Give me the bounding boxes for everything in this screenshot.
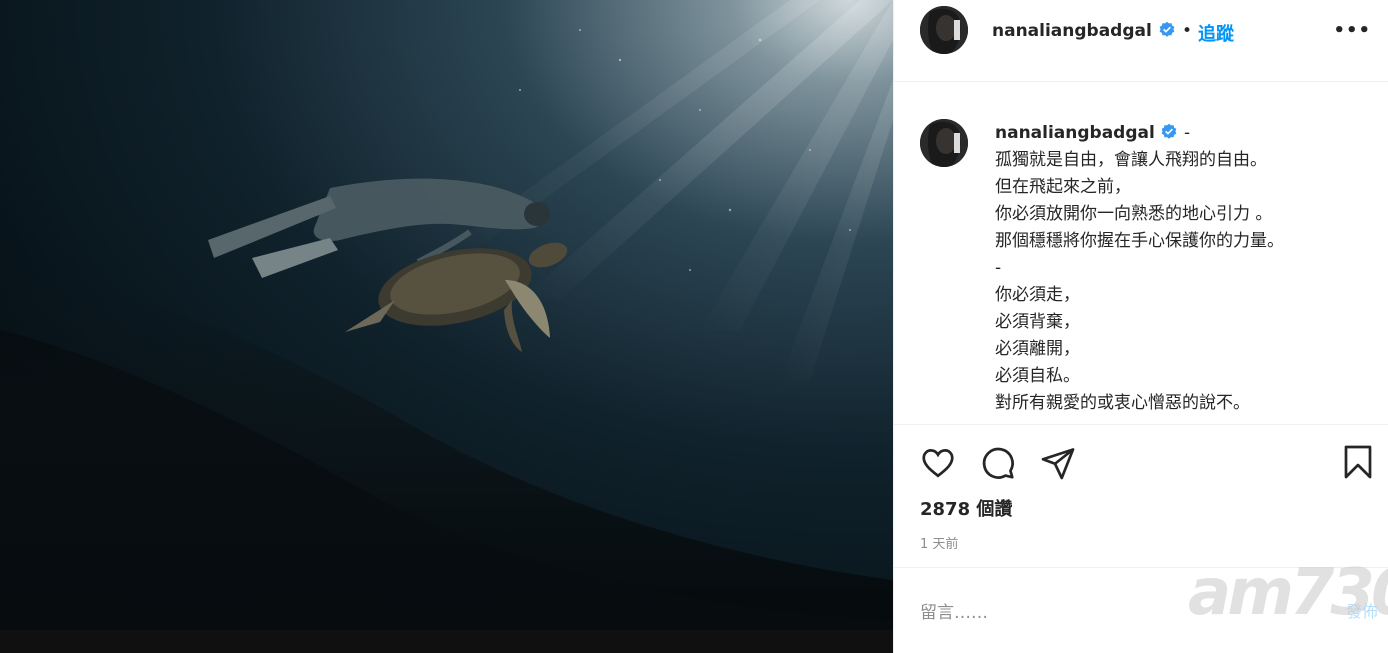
- caption-line: 必須離開，: [995, 339, 1080, 359]
- caption-avatar[interactable]: [920, 119, 968, 167]
- caption-area: nanaliangbadgal - 孤獨就是自由，會讓人飛翔的自由。 但在飛起來…: [894, 83, 1388, 425]
- caption-line: 必須自私。: [995, 366, 1080, 386]
- caption-dash: -: [1184, 123, 1191, 143]
- post-timestamp[interactable]: 1 天前: [920, 533, 958, 552]
- caption-line: 但在飛起來之前，: [995, 177, 1131, 197]
- caption-line: 那個穩穩將你握在手心保護你的力量。: [995, 231, 1284, 251]
- header-separator: •: [1182, 21, 1193, 41]
- caption-line: -: [995, 258, 1002, 278]
- verified-badge-icon: [1159, 21, 1175, 37]
- likes-count[interactable]: 2878 個讚: [920, 495, 1012, 521]
- caption-username[interactable]: nanaliangbadgal: [995, 123, 1155, 143]
- caption-line: 你必須走，: [995, 285, 1080, 305]
- caption-line: 對所有親愛的或衷心憎惡的說不。: [995, 393, 1250, 413]
- post-header: nanaliangbadgal • 追蹤 •••: [894, 0, 1388, 82]
- more-options-icon[interactable]: •••: [1333, 20, 1371, 41]
- header-username[interactable]: nanaliangbadgal: [992, 21, 1152, 41]
- paper-plane-icon[interactable]: [1040, 445, 1076, 481]
- comment-input[interactable]: 留言……: [920, 598, 988, 623]
- caption-line: 你必須放開你一向熟悉的地心引力 。: [995, 204, 1273, 224]
- post-actions: 2878 個讚 1 天前: [894, 426, 1388, 568]
- follow-button[interactable]: 追蹤: [1198, 20, 1234, 46]
- heart-icon[interactable]: [920, 445, 956, 481]
- watermark-logo: am730: [1188, 556, 1388, 630]
- caption-avatar-image: [920, 119, 968, 167]
- avatar-image: [920, 6, 968, 54]
- caption-line: 必須背棄，: [995, 312, 1080, 332]
- bookmark-icon[interactable]: [1340, 443, 1376, 481]
- comment-icon[interactable]: [980, 445, 1016, 481]
- underwater-photo: [0, 0, 893, 630]
- verified-badge-icon: [1161, 123, 1177, 139]
- caption-line: 孤獨就是自由，會讓人飛翔的自由。: [995, 150, 1267, 170]
- photo-bottom-strip: [0, 630, 893, 653]
- post-photo[interactable]: [0, 0, 893, 630]
- avatar[interactable]: [920, 6, 968, 54]
